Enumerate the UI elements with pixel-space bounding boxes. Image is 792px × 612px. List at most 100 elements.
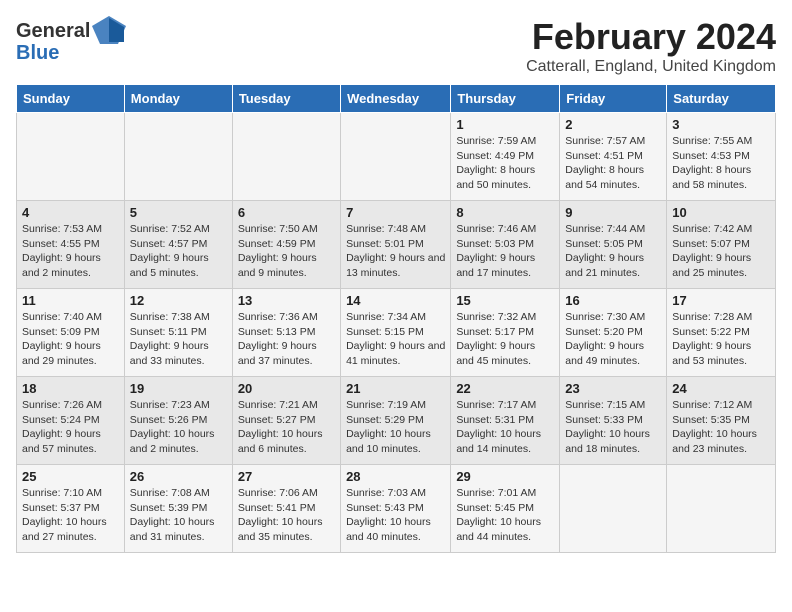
calendar-cell: 28Sunrise: 7:03 AM Sunset: 5:43 PM Dayli…: [341, 465, 451, 553]
day-info: Sunrise: 7:42 AM Sunset: 5:07 PM Dayligh…: [672, 222, 770, 281]
day-info: Sunrise: 7:32 AM Sunset: 5:17 PM Dayligh…: [456, 310, 554, 369]
calendar-cell: 17 Sunrise: 7:28 AM Sunset: 5:22 PM Dayli…: [667, 289, 776, 377]
calendar-cell: 5 Sunrise: 7:52 AM Sunset: 4:57 PM Daylig…: [124, 201, 232, 289]
day-number: 14: [346, 293, 445, 308]
day-info: Sunrise: 7:57 AM Sunset: 4:51 PM Dayligh…: [565, 134, 661, 193]
column-header-thursday: Thursday: [451, 85, 560, 113]
day-info: Sunrise: 7:48 AM Sunset: 5:01 PM Dayligh…: [346, 222, 445, 281]
day-info: Sunrise: 7:12 AM Sunset: 5:35 PM Dayligh…: [672, 398, 770, 457]
day-number: 1: [456, 117, 554, 132]
day-number: 25: [22, 469, 119, 484]
day-number: 5: [130, 205, 227, 220]
calendar-cell: 19 Sunrise: 7:23 AM Sunset: 5:26 PM Dayli…: [124, 377, 232, 465]
day-info: Sunrise: 7:38 AM Sunset: 5:11 PM Dayligh…: [130, 310, 227, 369]
calendar-cell: 2 Sunrise: 7:57 AM Sunset: 4:51 PM Daylig…: [560, 113, 667, 201]
day-number: 7: [346, 205, 445, 220]
column-header-wednesday: Wednesday: [341, 85, 451, 113]
day-number: 24: [672, 381, 770, 396]
calendar-cell: 10 Sunrise: 7:42 AM Sunset: 5:07 PM Dayli…: [667, 201, 776, 289]
calendar-cell: 8 Sunrise: 7:46 AM Sunset: 5:03 PM Daylig…: [451, 201, 560, 289]
day-number: 15: [456, 293, 554, 308]
calendar-cell: 25 Sunrise: 7:10 AM Sunset: 5:37 PM Dayli…: [17, 465, 125, 553]
day-info: Sunrise: 7:01 AM Sunset: 5:45 PM Dayligh…: [456, 486, 554, 545]
day-number: 3: [672, 117, 770, 132]
day-number: 17: [672, 293, 770, 308]
day-number: 28: [346, 469, 445, 484]
header: General Blue February 2024 Catterall, En…: [16, 16, 776, 76]
day-number: 9: [565, 205, 661, 220]
calendar-cell: 26Sunrise: 7:08 AM Sunset: 5:39 PM Dayli…: [124, 465, 232, 553]
calendar-cell: [232, 113, 340, 201]
day-info: Sunrise: 7:53 AM Sunset: 4:55 PM Dayligh…: [22, 222, 119, 281]
calendar-cell: 29 Sunrise: 7:01 AM Sunset: 5:45 PM Dayli…: [451, 465, 560, 553]
day-info: Sunrise: 7:08 AM Sunset: 5:39 PM Dayligh…: [130, 486, 227, 545]
calendar-cell: [17, 113, 125, 201]
calendar-cell: 16 Sunrise: 7:30 AM Sunset: 5:20 PM Dayli…: [560, 289, 667, 377]
calendar-cell: 12 Sunrise: 7:38 AM Sunset: 5:11 PM Dayli…: [124, 289, 232, 377]
day-number: 22: [456, 381, 554, 396]
calendar-cell: 13 Sunrise: 7:36 AM Sunset: 5:13 PM Dayli…: [232, 289, 340, 377]
calendar-cell: [124, 113, 232, 201]
day-info: Sunrise: 7:28 AM Sunset: 5:22 PM Dayligh…: [672, 310, 770, 369]
calendar-cell: 14 Sunrise: 7:34 AM Sunset: 5:15 PM Dayli…: [341, 289, 451, 377]
day-number: 10: [672, 205, 770, 220]
day-number: 23: [565, 381, 661, 396]
column-header-tuesday: Tuesday: [232, 85, 340, 113]
calendar-title: February 2024: [526, 16, 776, 58]
day-number: 12: [130, 293, 227, 308]
day-info: Sunrise: 7:10 AM Sunset: 5:37 PM Dayligh…: [22, 486, 119, 545]
calendar-cell: 4 Sunrise: 7:53 AM Sunset: 4:55 PM Daylig…: [17, 201, 125, 289]
day-info: Sunrise: 7:30 AM Sunset: 5:20 PM Dayligh…: [565, 310, 661, 369]
calendar-cell: 22 Sunrise: 7:17 AM Sunset: 5:31 PM Dayli…: [451, 377, 560, 465]
column-header-friday: Friday: [560, 85, 667, 113]
day-number: 13: [238, 293, 335, 308]
calendar-cell: 27 Sunrise: 7:06 AM Sunset: 5:41 PM Dayli…: [232, 465, 340, 553]
logo-general: General: [16, 20, 90, 42]
calendar-cell: [341, 113, 451, 201]
calendar-cell: 20 Sunrise: 7:21 AM Sunset: 5:27 PM Dayli…: [232, 377, 340, 465]
day-number: 8: [456, 205, 554, 220]
calendar-cell: 18 Sunrise: 7:26 AM Sunset: 5:24 PM Dayli…: [17, 377, 125, 465]
column-header-monday: Monday: [124, 85, 232, 113]
day-info: Sunrise: 7:26 AM Sunset: 5:24 PM Dayligh…: [22, 398, 119, 457]
day-info: Sunrise: 7:21 AM Sunset: 5:27 PM Dayligh…: [238, 398, 335, 457]
day-number: 16: [565, 293, 661, 308]
calendar-table: SundayMondayTuesdayWednesdayThursdayFrid…: [16, 84, 776, 553]
day-info: Sunrise: 7:52 AM Sunset: 4:57 PM Dayligh…: [130, 222, 227, 281]
day-info: Sunrise: 7:46 AM Sunset: 5:03 PM Dayligh…: [456, 222, 554, 281]
day-info: Sunrise: 7:50 AM Sunset: 4:59 PM Dayligh…: [238, 222, 335, 281]
day-info: Sunrise: 7:34 AM Sunset: 5:15 PM Dayligh…: [346, 310, 445, 369]
day-number: 27: [238, 469, 335, 484]
day-info: Sunrise: 7:17 AM Sunset: 5:31 PM Dayligh…: [456, 398, 554, 457]
day-info: Sunrise: 7:59 AM Sunset: 4:49 PM Dayligh…: [456, 134, 554, 193]
logo-icon: [92, 16, 126, 46]
day-info: Sunrise: 7:44 AM Sunset: 5:05 PM Dayligh…: [565, 222, 661, 281]
calendar-cell: 15 Sunrise: 7:32 AM Sunset: 5:17 PM Dayli…: [451, 289, 560, 377]
calendar-cell: 6 Sunrise: 7:50 AM Sunset: 4:59 PM Daylig…: [232, 201, 340, 289]
calendar-cell: 11Sunrise: 7:40 AM Sunset: 5:09 PM Dayli…: [17, 289, 125, 377]
calendar-cell: [667, 465, 776, 553]
calendar-subtitle: Catterall, England, United Kingdom: [526, 58, 776, 76]
calendar-cell: 7 Sunrise: 7:48 AM Sunset: 5:01 PM Daylig…: [341, 201, 451, 289]
day-info: Sunrise: 7:15 AM Sunset: 5:33 PM Dayligh…: [565, 398, 661, 457]
calendar-cell: 23 Sunrise: 7:15 AM Sunset: 5:33 PM Dayli…: [560, 377, 667, 465]
logo: General Blue: [16, 16, 126, 65]
title-section: February 2024 Catterall, England, United…: [526, 16, 776, 76]
day-number: 2: [565, 117, 661, 132]
day-number: 18: [22, 381, 119, 396]
calendar-cell: 3Sunrise: 7:55 AM Sunset: 4:53 PM Daylig…: [667, 113, 776, 201]
day-number: 21: [346, 381, 445, 396]
day-number: 6: [238, 205, 335, 220]
calendar-cell: [560, 465, 667, 553]
day-info: Sunrise: 7:36 AM Sunset: 5:13 PM Dayligh…: [238, 310, 335, 369]
calendar-cell: 21Sunrise: 7:19 AM Sunset: 5:29 PM Dayli…: [341, 377, 451, 465]
day-number: 19: [130, 381, 227, 396]
calendar-cell: 1 Sunrise: 7:59 AM Sunset: 4:49 PM Daylig…: [451, 113, 560, 201]
day-number: 4: [22, 205, 119, 220]
day-number: 20: [238, 381, 335, 396]
column-header-saturday: Saturday: [667, 85, 776, 113]
day-info: Sunrise: 7:23 AM Sunset: 5:26 PM Dayligh…: [130, 398, 227, 457]
calendar-cell: 9 Sunrise: 7:44 AM Sunset: 5:05 PM Daylig…: [560, 201, 667, 289]
day-number: 29: [456, 469, 554, 484]
day-info: Sunrise: 7:06 AM Sunset: 5:41 PM Dayligh…: [238, 486, 335, 545]
